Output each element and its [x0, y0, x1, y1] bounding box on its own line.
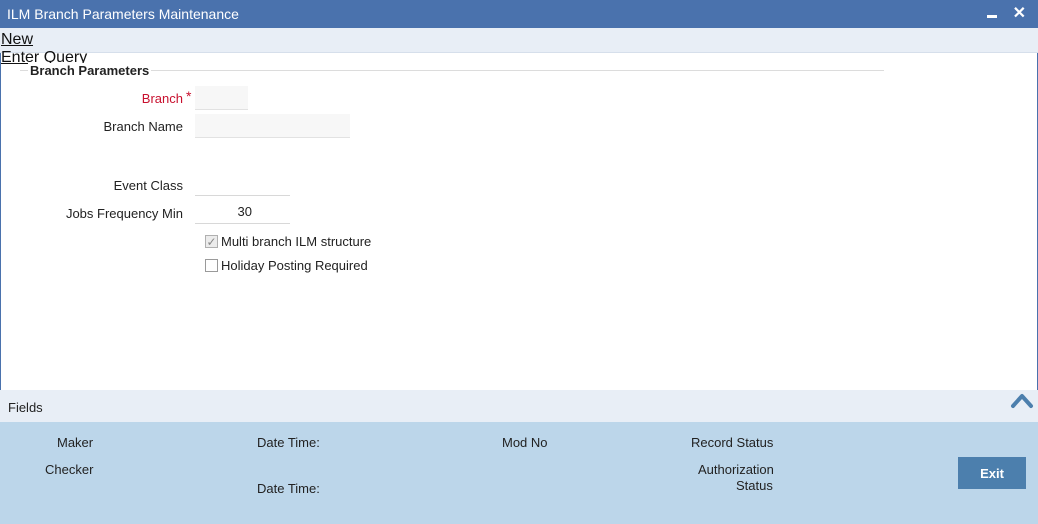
branch-name-field[interactable] [195, 114, 350, 138]
audit-panel: Maker Checker Date Time: Date Time: Mod … [0, 422, 1038, 524]
event-class-label: Event Class [113, 178, 183, 193]
toolbar [0, 28, 1038, 53]
exit-button[interactable]: Exit [958, 457, 1026, 489]
holiday-posting-checkbox[interactable] [205, 259, 218, 272]
branch-input[interactable] [195, 86, 248, 110]
window-controls: ✕ [986, 0, 1026, 28]
new-menu-link[interactable]: New [1, 31, 33, 49]
section-title: Branch Parameters [28, 63, 152, 78]
jobs-frequency-label: Jobs Frequency Min [65, 206, 183, 221]
minimize-icon[interactable] [986, 6, 997, 22]
event-class-input[interactable] [195, 172, 290, 196]
required-marker: * [186, 88, 192, 104]
mod-no-label: Mod No [502, 435, 548, 450]
checker-label: Checker [45, 462, 94, 477]
close-icon[interactable]: ✕ [1013, 6, 1026, 22]
checker-date-time-label: Date Time: [257, 481, 320, 496]
record-status-label: Record Status [691, 435, 774, 450]
branch-name-label: Branch Name [103, 119, 183, 134]
multi-branch-label: Multi branch ILM structure [221, 234, 372, 249]
chevron-up-icon[interactable] [1010, 390, 1034, 412]
fields-bar: Fields [0, 390, 1038, 422]
authorization-status-label-line2: Status [736, 478, 773, 493]
checkmark-icon: ✓ [206, 234, 217, 249]
window-titlebar: ILM Branch Parameters Maintenance ✕ [0, 0, 1038, 28]
multi-branch-checkbox[interactable]: ✓ [205, 235, 218, 248]
authorization-status-label-line1: Authorization [698, 462, 774, 477]
holiday-posting-label: Holiday Posting Required [221, 258, 368, 273]
maker-date-time-label: Date Time: [257, 435, 320, 450]
window-title: ILM Branch Parameters Maintenance [7, 6, 239, 22]
fields-label[interactable]: Fields [8, 400, 43, 415]
maker-label: Maker [57, 435, 94, 450]
jobs-frequency-input[interactable] [195, 200, 290, 224]
branch-label: Branch [141, 91, 183, 106]
